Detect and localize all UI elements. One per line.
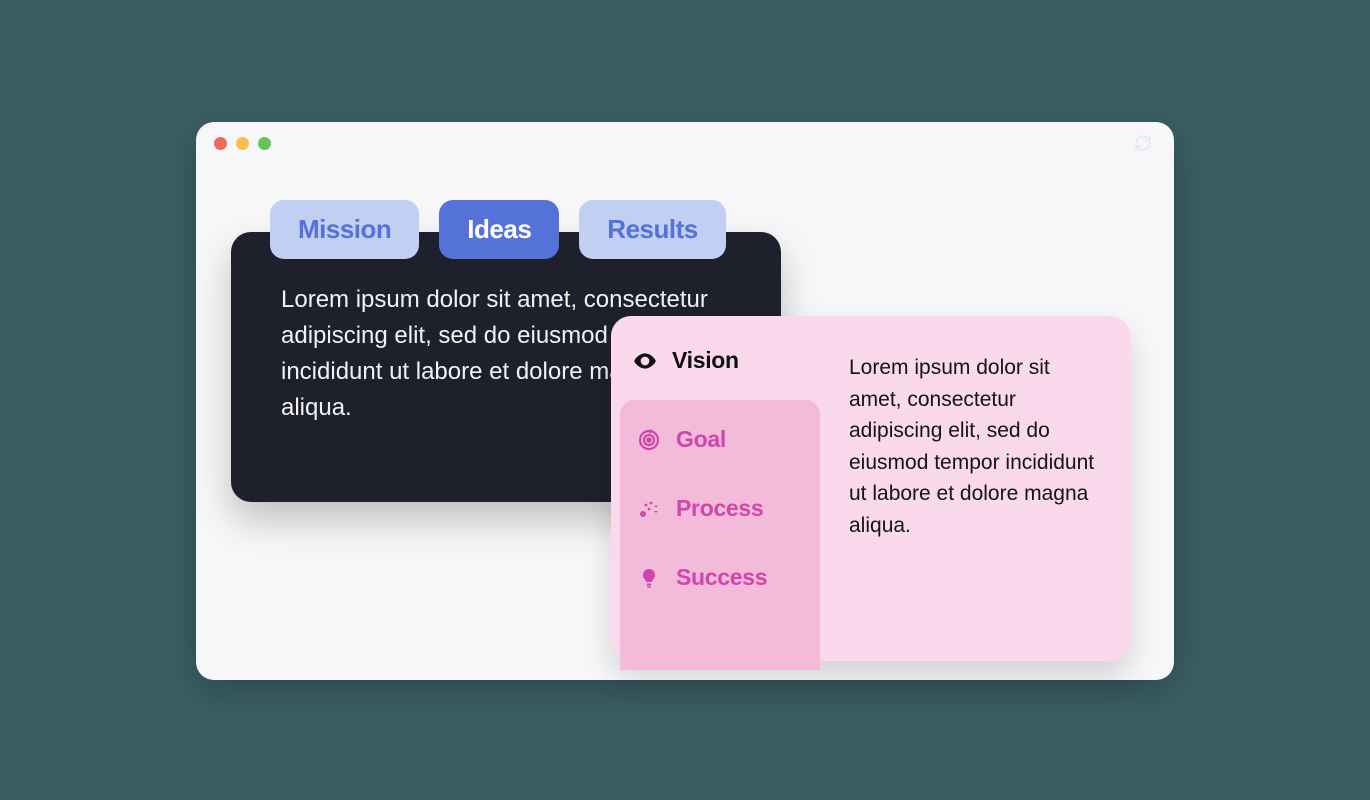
window-controls — [214, 137, 271, 150]
minimize-icon[interactable] — [236, 137, 249, 150]
vertical-tab-card: Vision Goal — [611, 316, 1130, 661]
vtab-label: Goal — [676, 426, 726, 453]
target-icon — [636, 427, 662, 453]
eye-icon — [632, 348, 658, 374]
vertical-tab-body: Lorem ipsum dolor sit amet, consectetur … — [849, 352, 1100, 541]
vertical-tab-list: Vision Goal — [611, 316, 821, 661]
window-titlebar — [196, 122, 1174, 164]
process-icon — [636, 496, 662, 522]
maximize-icon[interactable] — [258, 137, 271, 150]
vtab-goal[interactable]: Goal — [630, 410, 810, 469]
tab-bar: Mission Ideas Results — [270, 200, 726, 259]
tab-ideas[interactable]: Ideas — [439, 200, 559, 259]
vtab-label: Success — [676, 564, 767, 591]
vtab-label: Process — [676, 495, 763, 522]
vertical-tab-content: Lorem ipsum dolor sit amet, consectetur … — [821, 316, 1130, 661]
lightbulb-icon — [636, 565, 662, 591]
vtab-vision[interactable]: Vision — [626, 331, 821, 390]
vtab-label: Vision — [672, 347, 739, 374]
close-icon[interactable] — [214, 137, 227, 150]
tab-mission[interactable]: Mission — [270, 200, 419, 259]
vertical-tab-inactive-group: Goal Process — [620, 400, 820, 670]
vtab-process[interactable]: Process — [630, 479, 810, 538]
tab-results[interactable]: Results — [579, 200, 725, 259]
refresh-icon[interactable] — [1134, 134, 1152, 152]
vtab-success[interactable]: Success — [630, 548, 810, 607]
